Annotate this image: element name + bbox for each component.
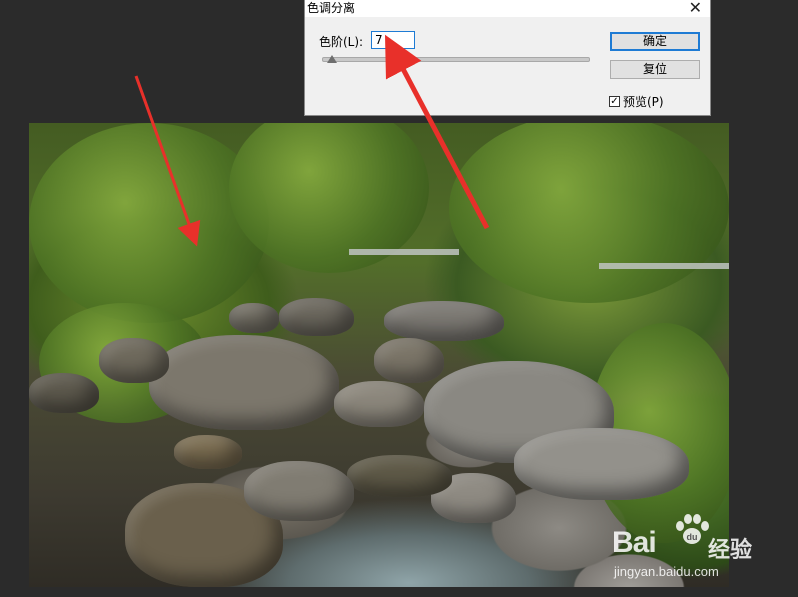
watermark-url: jingyan.baidu.com	[614, 564, 719, 579]
close-icon[interactable]: ✕	[689, 0, 702, 16]
posterize-dialog: 色调分离 ✕ 色阶(L): 确定 复位 ✓ 预览(P)	[304, 0, 711, 116]
svg-text:du: du	[687, 532, 698, 542]
watermark-jingyan: 经验	[708, 538, 753, 563]
checkbox-icon[interactable]: ✓	[609, 96, 620, 107]
ok-button[interactable]: 确定	[610, 32, 700, 51]
levels-label: 色阶(L):	[319, 35, 364, 49]
preview-label: 预览(P)	[623, 95, 664, 109]
preview-checkbox-row[interactable]: ✓ 预览(P)	[609, 93, 664, 110]
levels-input[interactable]	[371, 31, 415, 49]
reset-button[interactable]: 复位	[610, 60, 700, 79]
dialog-title: 色调分离	[307, 1, 356, 15]
slider-thumb-icon[interactable]	[327, 55, 338, 63]
watermark-brand: Bai	[612, 526, 657, 559]
levels-slider[interactable]	[322, 55, 590, 63]
dialog-titlebar[interactable]: 色调分离 ✕	[305, 0, 710, 17]
paw-logo-icon: du	[676, 514, 709, 544]
baidu-jingyan-watermark: Bai du 经验 jingyan.baidu.com	[612, 512, 782, 582]
slider-track[interactable]	[322, 57, 590, 62]
